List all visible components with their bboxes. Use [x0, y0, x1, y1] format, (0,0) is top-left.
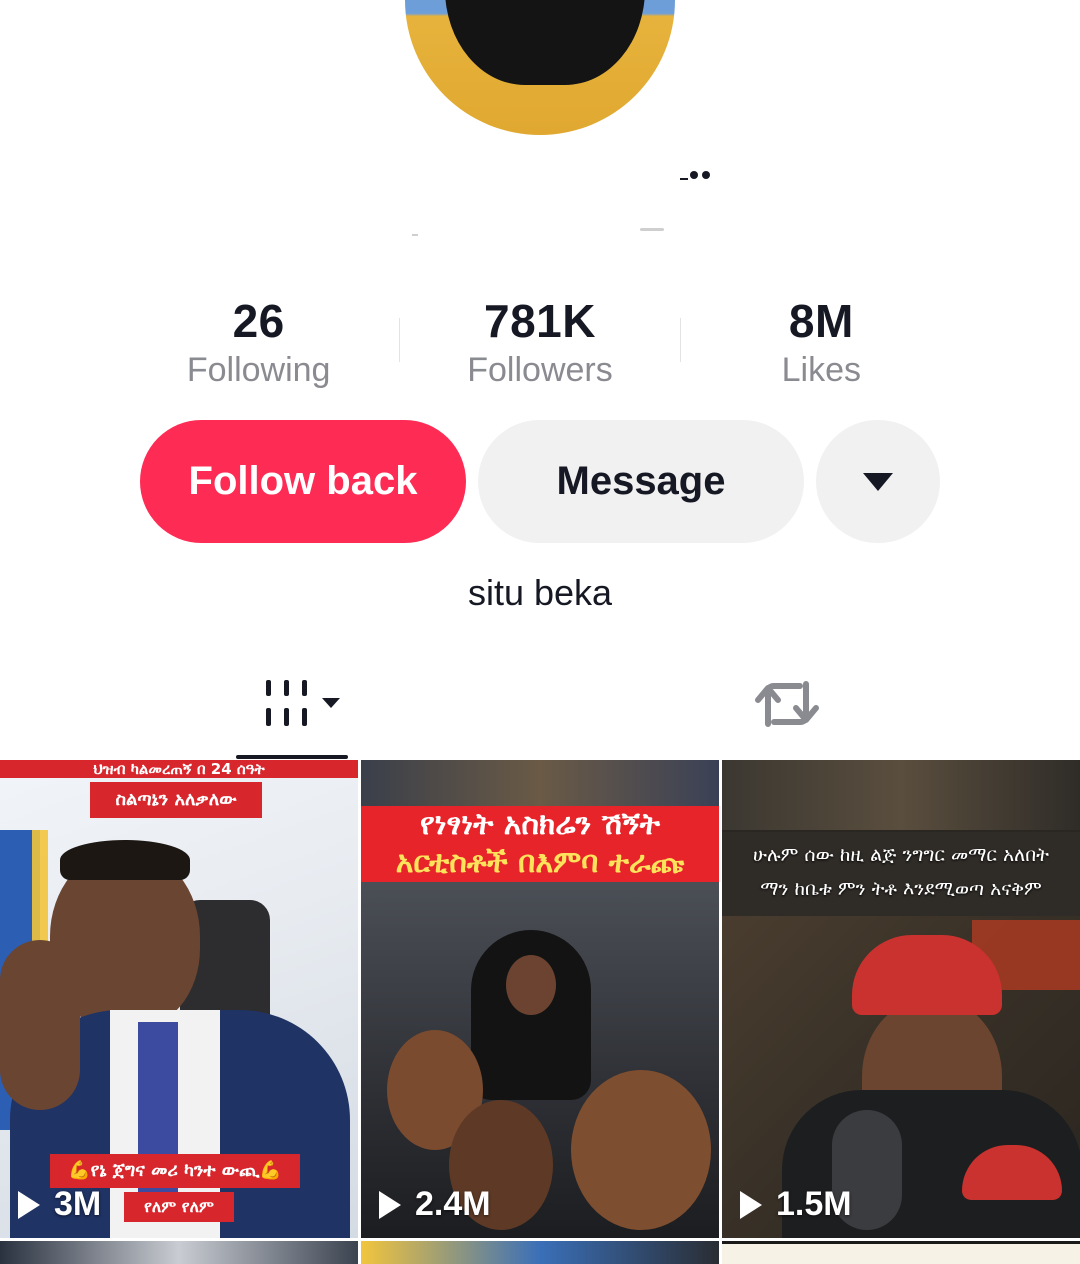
play-icon	[379, 1190, 401, 1219]
view-count: 1.5M	[740, 1185, 852, 1224]
caret-down-icon	[863, 472, 893, 491]
video-thumbnail[interactable]: ሁሉም ሰው ከዚ ልጅ ንግግር መማር አለበት ማን ከቤቱ ምን ትቶ …	[722, 760, 1080, 1238]
stat-value: 781K	[484, 295, 596, 347]
stat-label: Likes	[781, 351, 861, 389]
view-count-value: 1.5M	[776, 1185, 852, 1223]
username-fragment	[680, 168, 714, 184]
video-caption-top: ህዝብ ካልመረጠኝ በ 24 ሰዓት	[0, 760, 358, 778]
video-caption-bottom-2: የለም የለም	[124, 1192, 234, 1222]
view-count-value: 2.4M	[415, 1185, 491, 1223]
video-caption-top: ሁሉም ሰው ከዚ ልጅ ንግግር መማር አለበት ማን ከቤቱ ምን ትቶ …	[722, 832, 1080, 916]
view-count-value: 3M	[54, 1185, 102, 1223]
follow-back-button[interactable]: Follow back	[140, 420, 466, 543]
stat-divider	[399, 318, 400, 362]
profile-stats: 26 Following 781K Followers 8M Likes	[118, 292, 962, 392]
repost-icon	[755, 681, 819, 727]
video-thumbnail-next[interactable]	[722, 1241, 1080, 1264]
person-hair	[60, 840, 190, 880]
video-grid: ህዝብ ካልመረጠኝ በ 24 ሰዓት ስልጣኔን አለቃለው 💪የኔ ጀግና …	[0, 760, 1080, 1264]
caption-line-1: የነፃነት አስክሬን ሽኝት	[420, 807, 660, 842]
profile-avatar[interactable]	[405, 0, 675, 135]
message-button[interactable]: Message	[478, 420, 804, 543]
person-hand	[0, 940, 80, 1110]
video-thumbnail[interactable]: የነፃነት አስክሬን ሽኝት አርቲስቶች በእምባ ተራጩ 2.4M	[361, 760, 719, 1238]
stat-divider	[680, 318, 681, 362]
faint-text-mark	[640, 228, 664, 231]
view-count: 3M	[18, 1185, 101, 1224]
video-caption-bottom: 💪የኔ ጀግና መሪ ካንተ ውጪ💪	[50, 1154, 300, 1188]
faint-text-mark	[412, 234, 418, 236]
stat-value: 26	[232, 295, 285, 347]
video-caption-top: የነፃነት አስክሬን ሽኝት አርቲስቶች በእምባ ተራጩ	[361, 806, 719, 882]
content-tabs	[0, 660, 1080, 760]
video-thumbnail-next[interactable]	[0, 1241, 358, 1264]
tab-videos[interactable]	[236, 660, 348, 750]
stat-following[interactable]: 26 Following	[118, 292, 399, 392]
stat-label: Following	[186, 351, 331, 389]
more-options-button[interactable]	[816, 420, 940, 543]
play-icon	[740, 1190, 762, 1219]
selected-tab-indicator	[236, 755, 348, 759]
video-caption-top-2: ስልጣኔን አለቃለው	[90, 782, 262, 818]
photo-strip	[361, 760, 719, 810]
video-thumbnail-next[interactable]	[361, 1241, 719, 1264]
stat-value: 8M	[788, 295, 854, 347]
stat-label: Followers	[467, 351, 613, 389]
grid-icon	[266, 680, 340, 726]
stat-likes[interactable]: 8M Likes	[681, 292, 962, 392]
avatar-figure	[445, 0, 645, 85]
photo-strip	[722, 760, 1080, 830]
caption-line-2: ማን ከቤቱ ምን ትቶ እንደሚወጣ አናቅም	[760, 878, 1042, 900]
play-icon	[18, 1190, 40, 1219]
mourner-face	[506, 955, 556, 1015]
caption-line-1: ሁሉም ሰው ከዚ ልጅ ንግግር መማር አለበት	[753, 844, 1049, 866]
caption-line-2: አርቲስቶች በእምባ ተራጩ	[395, 845, 685, 880]
video-thumbnail[interactable]: ህዝብ ካልመረጠኝ በ 24 ሰዓት ስልጣኔን አለቃለው 💪የኔ ጀግና …	[0, 760, 358, 1238]
tab-reposts[interactable]	[750, 674, 824, 734]
view-count: 2.4M	[379, 1185, 491, 1224]
profile-bio: situ beka	[467, 572, 613, 613]
person-face	[571, 1070, 711, 1230]
stat-followers[interactable]: 781K Followers	[399, 292, 680, 392]
